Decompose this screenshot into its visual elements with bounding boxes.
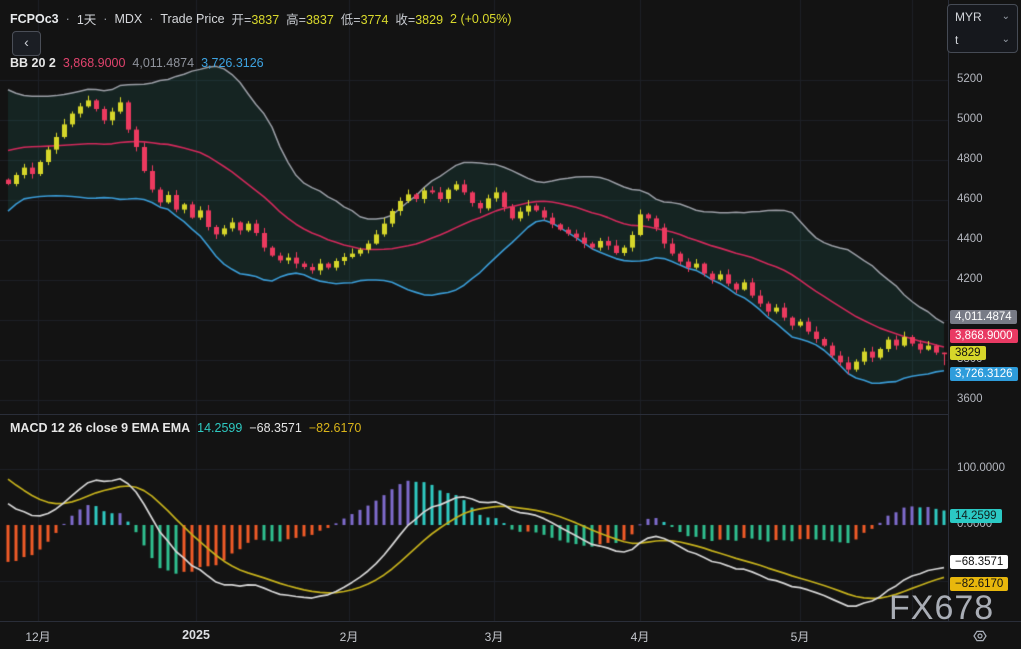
macd-title: MACD 12 26 close 9 EMA EMA xyxy=(10,421,190,435)
bb-lower-value: 3,726.3126 xyxy=(201,56,264,70)
time-axis-label: 4月 xyxy=(631,628,650,645)
open-value: 开=3837 xyxy=(232,9,280,28)
currency-unit-selector: MYR ⌄ t ⌄ xyxy=(947,4,1018,53)
price-tick: 4600 xyxy=(957,193,983,205)
settings-icon[interactable] xyxy=(972,628,988,644)
price-chart-canvas[interactable] xyxy=(0,0,948,621)
trading-chart-app: FCPOc3 · 1天 · MDX · Trade Price 开=3837 高… xyxy=(0,0,1021,649)
macd-signal-value: −82.6170 xyxy=(309,421,361,435)
macd-level-label: −68.3571 xyxy=(950,555,1008,569)
chevron-down-icon: ⌄ xyxy=(1002,11,1010,22)
interval[interactable]: 1天 xyxy=(77,9,96,28)
high-value: 高=3837 xyxy=(286,9,334,28)
price-tick: 3600 xyxy=(957,393,983,405)
chevron-left-icon: ‹ xyxy=(24,34,29,50)
exchange: MDX xyxy=(114,12,142,26)
time-axis-label: 3月 xyxy=(485,628,504,645)
price-level-label: 3,868.9000 xyxy=(950,329,1018,343)
price-tick: 4200 xyxy=(957,273,983,285)
pane-divider[interactable] xyxy=(0,414,1021,415)
price-level-label: 3,726.3126 xyxy=(950,367,1018,381)
price-axis[interactable]: 520050004800460044004200400038003600100.… xyxy=(948,0,1021,621)
price-level-label: 3829 xyxy=(950,346,986,360)
price-level-label: 4,011.4874 xyxy=(950,310,1017,324)
time-axis-label: 12月 xyxy=(25,628,50,645)
change-value: 2 (+0.05%) xyxy=(450,12,512,26)
macd-tick: 100.0000 xyxy=(957,462,1005,474)
macd-hist-value: 14.2599 xyxy=(197,421,242,435)
low-value: 低=3774 xyxy=(341,9,389,28)
bb-indicator-legend[interactable]: BB 20 2 3,868.9000 4,011.4874 3,726.3126 xyxy=(10,56,264,70)
unit-dropdown[interactable]: t ⌄ xyxy=(948,28,1017,51)
macd-indicator-legend[interactable]: MACD 12 26 close 9 EMA EMA 14.2599 −68.3… xyxy=(10,421,361,435)
symbol-name[interactable]: FCPOc3 xyxy=(10,12,59,26)
price-type: Trade Price xyxy=(160,12,224,26)
price-tick: 4800 xyxy=(957,153,983,165)
price-tick: 4400 xyxy=(957,233,983,245)
macd-line-value: −68.3571 xyxy=(249,421,301,435)
time-axis-label: 2025 xyxy=(182,628,210,642)
bb-basis-value: 3,868.9000 xyxy=(63,56,126,70)
time-axis-label: 2月 xyxy=(340,628,359,645)
bb-title: BB 20 2 xyxy=(10,56,56,70)
back-button[interactable]: ‹ xyxy=(12,31,41,56)
currency-dropdown[interactable]: MYR ⌄ xyxy=(948,5,1017,28)
chevron-down-icon: ⌄ xyxy=(1002,34,1010,45)
close-value: 收=3829 xyxy=(395,9,443,28)
time-axis-label: 5月 xyxy=(791,628,810,645)
bb-upper-value: 4,011.4874 xyxy=(132,56,194,70)
time-axis[interactable]: 12月 2025 2月 3月 4月 5月 xyxy=(0,621,1021,649)
symbol-info-bar: FCPOc3 · 1天 · MDX · Trade Price 开=3837 高… xyxy=(10,9,512,28)
watermark: FX678 xyxy=(889,589,994,628)
price-tick: 5000 xyxy=(957,113,983,125)
macd-level-label: 14.2599 xyxy=(950,509,1002,523)
price-tick: 5200 xyxy=(957,73,983,85)
